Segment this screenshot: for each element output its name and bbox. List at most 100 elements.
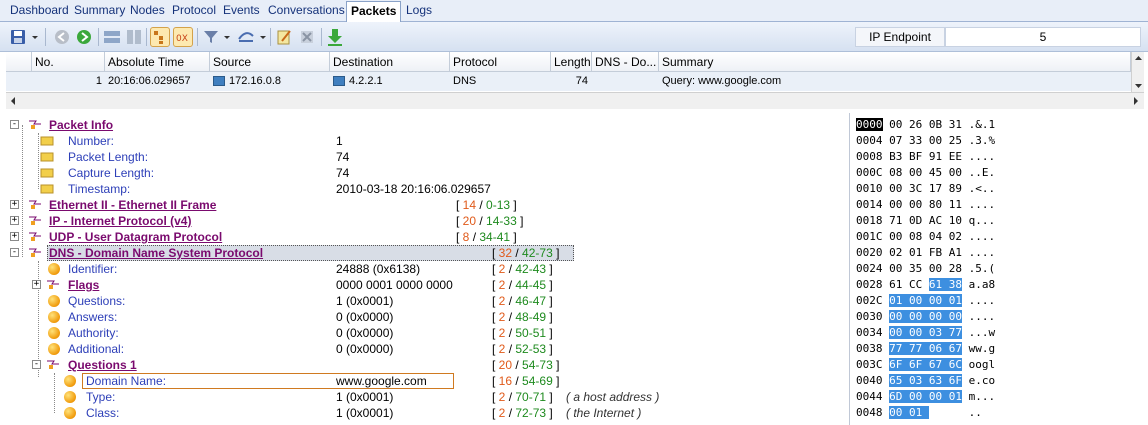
- column-header-source[interactable]: Source: [210, 52, 330, 72]
- field-row[interactable]: Authority: 0 (0x0000) [ 2 / 50-51 ]: [40, 325, 600, 341]
- hex-row[interactable]: 000C 08 00 45 00 ..E.: [856, 165, 995, 181]
- chevron-down-icon[interactable]: [258, 27, 268, 47]
- hex-row[interactable]: 0014 00 00 80 11 ....: [856, 197, 995, 213]
- download-icon[interactable]: [325, 27, 345, 47]
- tree-node-ip[interactable]: + IP - Internet Protocol (v4) [ 20 / 14-…: [10, 213, 610, 229]
- hex-offset: 000C: [856, 166, 883, 179]
- tab-protocol[interactable]: Protocol: [168, 1, 220, 21]
- tab-summary[interactable]: Summary: [70, 1, 129, 21]
- column-header-blank[interactable]: [6, 52, 32, 72]
- back-icon[interactable]: [52, 27, 72, 47]
- field-row[interactable]: Type: 1 (0x0001) [ 2 / 70-71 ] ( a host …: [56, 389, 696, 405]
- hex-byte: AC: [928, 214, 949, 227]
- byte-length: 2: [498, 262, 506, 276]
- collapse-icon[interactable]: -: [10, 248, 19, 257]
- field-orb-icon: [48, 311, 60, 323]
- hex-row[interactable]: 0038 77 77 06 67 ww.g: [856, 341, 995, 357]
- tab-nodes[interactable]: Nodes: [126, 1, 169, 21]
- hex-byte: 63: [928, 374, 949, 387]
- hex-row[interactable]: 0034 00 00 03 77 ...w: [856, 325, 995, 341]
- hex-offset: 003C: [856, 358, 883, 371]
- tree-node-ethernet[interactable]: + Ethernet II - Ethernet II Frame [ 14 /…: [10, 197, 610, 213]
- forward-icon[interactable]: [74, 27, 94, 47]
- field-row[interactable]: Packet Length: 74: [40, 149, 540, 165]
- hex-view-icon[interactable]: 0X: [173, 27, 193, 47]
- hex-offset: 001C: [856, 230, 883, 243]
- horizontal-scrollbar[interactable]: [6, 92, 1144, 109]
- column-header-length[interactable]: Length: [551, 52, 592, 72]
- byte-length: 14: [462, 198, 477, 212]
- hex-row[interactable]: 001C 00 08 04 02 ....: [856, 229, 995, 245]
- column-header-time[interactable]: Absolute Time: [105, 52, 210, 72]
- column-header-summary[interactable]: Summary: [659, 52, 1131, 72]
- column-header-dns[interactable]: DNS - Do...: [592, 52, 659, 72]
- expand-icon[interactable]: +: [32, 280, 41, 289]
- field-row[interactable]: Additional: 0 (0x0000) [ 2 / 52-53 ]: [40, 341, 600, 357]
- tree-node-dns[interactable]: - DNS - Domain Name System Protocol [ 32…: [10, 245, 610, 261]
- expand-icon[interactable]: +: [10, 216, 19, 225]
- hex-row[interactable]: 0030 00 00 00 00 ....: [856, 309, 995, 325]
- hex-row[interactable]: 0028 61 CC 61 38 a.a8: [856, 277, 995, 293]
- column-header-no[interactable]: No.: [32, 52, 105, 72]
- follow-stream-icon[interactable]: [236, 27, 256, 47]
- hex-row[interactable]: 0044 6D 00 00 01 m...: [856, 389, 995, 405]
- tab-dashboard[interactable]: Dashboard: [6, 1, 73, 21]
- save-icon[interactable]: [8, 27, 28, 47]
- hex-byte: 01: [909, 246, 929, 259]
- hex-row[interactable]: 0018 71 0D AC 10 q...: [856, 213, 995, 229]
- hex-row[interactable]: 0040 65 03 63 6F e.co: [856, 373, 995, 389]
- hex-row[interactable]: 002C 01 00 00 01 ....: [856, 293, 995, 309]
- edit-icon[interactable]: [274, 27, 294, 47]
- field-row[interactable]: Domain Name: www.google.com [ 16 / 54-69…: [56, 373, 696, 389]
- tree-view-icon[interactable]: [150, 27, 170, 47]
- field-row[interactable]: Class: 1 (0x0001) [ 2 / 72-73 ] ( the In…: [56, 405, 696, 421]
- hex-byte: 91: [928, 150, 949, 163]
- layout-columns-icon[interactable]: [124, 27, 144, 47]
- tree-node-packet-info[interactable]: - Packet Info: [10, 117, 410, 133]
- tree-node-questions[interactable]: - Questions 1 [ 20 / 54-73 ]: [26, 357, 600, 373]
- layout-rows-icon[interactable]: [102, 27, 122, 47]
- expand-icon[interactable]: +: [10, 232, 19, 241]
- field-row[interactable]: Identifier: 24888 (0x6138) [ 2 / 42-43 ]: [40, 261, 600, 277]
- tree-node-flags[interactable]: + Flags 0000 0001 0000 0000 [ 2 / 44-45 …: [26, 277, 600, 293]
- filter-icon[interactable]: [201, 27, 221, 47]
- byte-offsets: 0-13: [486, 198, 511, 212]
- chevron-down-icon[interactable]: [222, 27, 232, 47]
- column-header-destination[interactable]: Destination: [330, 52, 450, 72]
- column-header-protocol[interactable]: Protocol: [450, 52, 551, 72]
- field-row[interactable]: Answers: 0 (0x0000) [ 2 / 48-49 ]: [40, 309, 600, 325]
- hex-byte: 00: [889, 310, 909, 323]
- hex-row[interactable]: 003C 6F 6F 67 6C oogl: [856, 357, 995, 373]
- tree-node-udp[interactable]: + UDP - User Datagram Protocol [ 8 / 34-…: [10, 229, 610, 245]
- chevron-down-icon[interactable]: [30, 27, 40, 47]
- collapse-icon[interactable]: -: [10, 120, 19, 129]
- field-row[interactable]: Number: 1: [40, 133, 540, 149]
- field-row[interactable]: Questions: 1 (0x0001) [ 2 / 46-47 ]: [40, 293, 600, 309]
- hex-row[interactable]: 0020 02 01 FB A1 ....: [856, 245, 995, 261]
- hex-offset: 0024: [856, 262, 883, 275]
- hex-row[interactable]: 0000 00 26 0B 31 .&.1: [856, 117, 995, 133]
- collapse-icon[interactable]: -: [32, 360, 41, 369]
- vertical-scrollbar[interactable]: [1131, 52, 1144, 92]
- tab-events[interactable]: Events: [219, 1, 264, 21]
- hex-byte: B3: [889, 150, 909, 163]
- hex-row[interactable]: 0024 00 35 00 28 .5.(: [856, 261, 995, 277]
- field-row[interactable]: Timestamp: 2010-03-18 20:16:06.029657: [40, 181, 640, 197]
- hex-bytes: 00 01: [889, 406, 962, 419]
- delete-icon[interactable]: [297, 27, 317, 47]
- tab-logs[interactable]: Logs: [402, 1, 436, 21]
- hex-byte: 08: [889, 166, 909, 179]
- tab-packets[interactable]: Packets: [346, 1, 402, 23]
- tab-conversations[interactable]: Conversations: [264, 1, 349, 21]
- tab-bar: Dashboard Summary Nodes Protocol Events …: [0, 0, 1148, 23]
- cell-protocol: DNS: [450, 72, 551, 91]
- hex-row[interactable]: 0004 07 33 00 25 .3.%: [856, 133, 995, 149]
- hex-row[interactable]: 0010 00 3C 17 89 .<..: [856, 181, 995, 197]
- expand-icon[interactable]: +: [10, 200, 19, 209]
- hex-row[interactable]: 0008 B3 BF 91 EE ....: [856, 149, 995, 165]
- field-row[interactable]: Capture Length: 74: [40, 165, 540, 181]
- cell-dns: [592, 72, 659, 91]
- field-value: 1: [336, 134, 343, 148]
- byte-range: [ 2 / 72-73 ]: [492, 406, 553, 420]
- hex-row[interactable]: 0048 00 01 ..: [856, 405, 982, 421]
